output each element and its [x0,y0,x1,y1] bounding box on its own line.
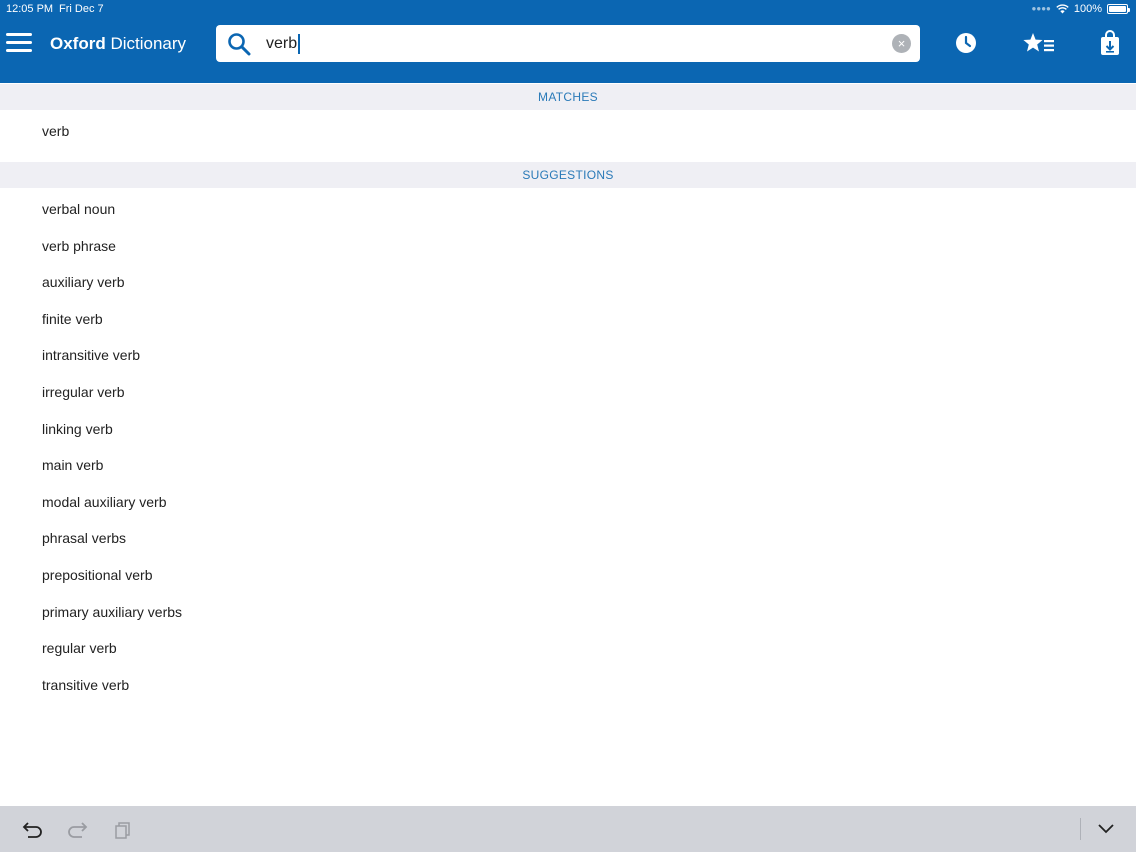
suggestion-item[interactable]: irregular verb [42,383,124,401]
suggestion-item[interactable]: transitive verb [42,676,129,694]
app-title-rest: Dictionary [105,34,187,53]
matches-header: MATCHES [0,84,1136,110]
suggestions-header: SUGGESTIONS [0,162,1136,188]
battery-percent: 100% [1073,3,1102,15]
signal-dots-icon: ●●●● [1031,4,1051,13]
favorites-star-icon[interactable] [1022,32,1056,54]
suggestion-item[interactable]: verb phrase [42,237,116,255]
status-bar: 12:05 PM Fri Dec 7 ●●●● 100% [0,0,1136,16]
suggestion-item[interactable]: finite verb [42,310,103,328]
search-icon [228,33,251,56]
suggestion-item[interactable]: main verb [42,456,103,474]
keyboard-shortcut-bar [0,806,1136,852]
text-caret [298,34,300,54]
suggestion-item[interactable]: linking verb [42,420,113,438]
suggestion-item[interactable]: regular verb [42,639,117,657]
bar-divider [1080,818,1081,840]
wifi-icon [1056,4,1069,14]
suggestion-item[interactable]: prepositional verb [42,566,153,584]
search-input[interactable] [266,31,866,56]
suggestion-item[interactable]: verbal noun [42,200,115,218]
app-title-bold: Oxford [50,34,106,53]
suggestion-item[interactable]: intransitive verb [42,346,140,364]
undo-icon[interactable] [22,821,44,839]
match-item[interactable]: verb [42,122,69,140]
app-header: 12:05 PM Fri Dec 7 ●●●● 100% Oxford Dict… [0,0,1136,83]
clear-search-icon[interactable]: × [892,34,911,53]
menu-icon[interactable] [6,33,32,55]
suggestion-item[interactable]: phrasal verbs [42,529,126,547]
suggestion-item[interactable]: primary auxiliary verbs [42,603,182,621]
suggestion-item[interactable]: auxiliary verb [42,273,124,291]
battery-icon [1107,4,1130,14]
status-time: 12:05 PM [6,3,54,15]
status-right: ●●●● 100% [1031,1,1130,17]
paste-icon[interactable] [114,821,132,839]
status-date: Fri Dec 7 [59,3,104,15]
app-title: Oxford Dictionary [50,33,186,55]
hide-keyboard-chevron-icon[interactable] [1097,823,1115,835]
redo-icon[interactable] [66,821,88,839]
search-bar: × [216,25,920,62]
suggestion-item[interactable]: modal auxiliary verb [42,493,167,511]
downloads-bag-icon[interactable] [1100,30,1120,56]
history-clock-icon[interactable] [955,32,977,54]
